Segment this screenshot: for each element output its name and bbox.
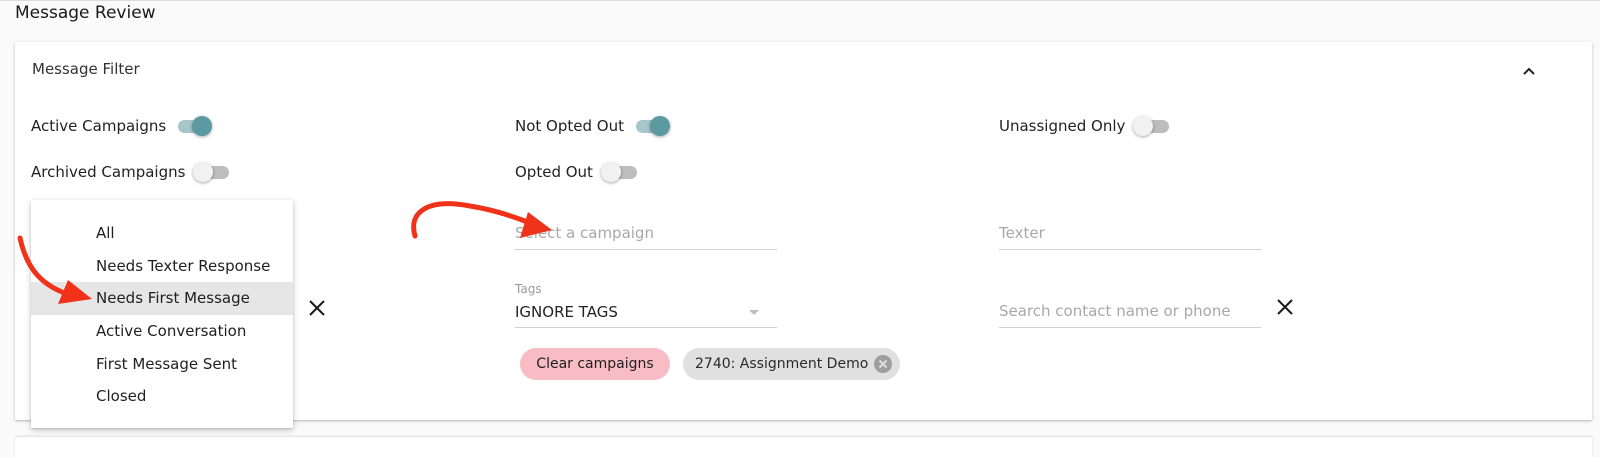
clear-campaigns-chip[interactable]: Clear campaigns — [520, 348, 670, 380]
unassigned-only-toggle[interactable] — [1133, 114, 1171, 138]
close-icon — [1277, 299, 1293, 315]
cancel-circle-icon[interactable] — [874, 355, 893, 373]
menu-item-closed[interactable]: Closed — [31, 380, 293, 413]
menu-item-first-message-sent[interactable]: First Message Sent — [31, 348, 293, 381]
top-border — [0, 0, 1600, 1]
active-campaigns-label: Active Campaigns — [31, 117, 167, 135]
next-card-edge — [15, 437, 1592, 457]
archived-campaigns-row: Archived Campaigns — [31, 158, 231, 186]
collapse-button[interactable] — [1517, 59, 1541, 83]
contact-search-input[interactable] — [999, 302, 1261, 320]
active-campaigns-toggle[interactable] — [174, 114, 213, 138]
campaign-chip-label: 2740: Assignment Demo — [695, 356, 869, 372]
chevron-up-icon — [1523, 67, 1535, 75]
opted-out-toggle[interactable] — [600, 160, 639, 184]
menu-item-all[interactable]: All — [31, 217, 293, 250]
page-title: Message Review — [15, 3, 156, 23]
unassigned-only-row: Unassigned Only — [999, 112, 1171, 140]
clear-status-button[interactable] — [306, 297, 328, 319]
archived-campaigns-label: Archived Campaigns — [31, 163, 186, 181]
opted-out-row: Opted Out — [515, 158, 639, 186]
archived-campaigns-toggle[interactable] — [193, 160, 231, 184]
active-campaigns-row: Active Campaigns — [31, 112, 213, 140]
not-opted-out-row: Not Opted Out — [515, 112, 670, 140]
filter-title: Message Filter — [32, 60, 140, 78]
menu-item-needs-texter-response[interactable]: Needs Texter Response — [31, 250, 293, 283]
menu-item-needs-first-message[interactable]: Needs First Message — [31, 282, 293, 315]
contact-search-field — [999, 294, 1261, 328]
menu-item-active-conversation[interactable]: Active Conversation — [31, 315, 293, 348]
close-icon — [309, 300, 325, 316]
dropdown-arrow-icon — [749, 310, 759, 315]
clear-search-button[interactable] — [1274, 296, 1296, 318]
texter-field — [999, 216, 1261, 250]
tags-select[interactable]: Tags IGNORE TAGS — [515, 282, 777, 328]
opted-out-label: Opted Out — [515, 163, 593, 181]
campaign-input[interactable] — [515, 224, 777, 242]
message-status-menu: All Needs Texter Response Needs First Me… — [31, 200, 293, 428]
campaign-chip: 2740: Assignment Demo — [683, 348, 900, 380]
tags-value: IGNORE TAGS — [515, 303, 618, 321]
not-opted-out-toggle[interactable] — [632, 114, 670, 138]
texter-input[interactable] — [999, 224, 1261, 242]
campaign-field — [515, 216, 777, 250]
unassigned-only-label: Unassigned Only — [999, 117, 1126, 135]
tags-label: Tags — [515, 282, 542, 296]
not-opted-out-label: Not Opted Out — [515, 117, 624, 135]
